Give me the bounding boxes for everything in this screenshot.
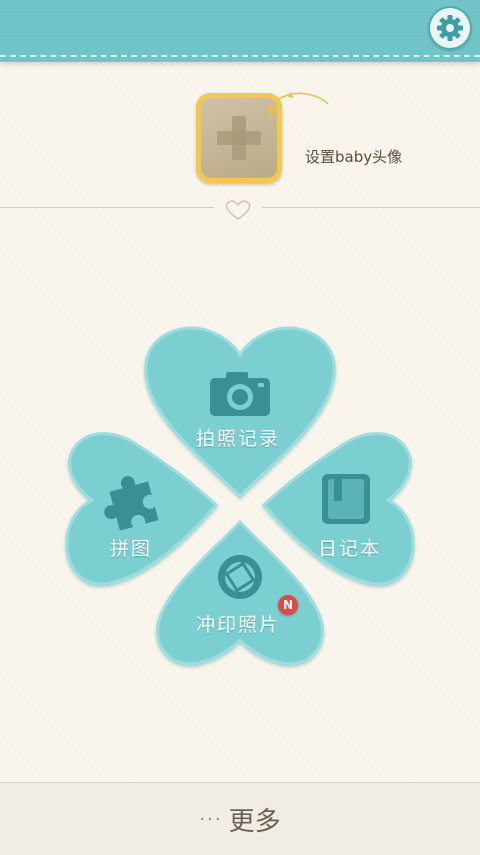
diary-label[interactable]: 日记本 (318, 534, 381, 561)
print-photos-label[interactable]: 冲印照片 (196, 610, 280, 637)
more-dots-icon: ··· (199, 808, 223, 830)
more-button[interactable]: ··· 更多 (0, 782, 480, 855)
puzzle-label[interactable]: 拼图 (110, 534, 152, 561)
aperture-icon (218, 555, 262, 599)
new-badge: N (278, 595, 298, 615)
photo-record-label[interactable]: 拍照记录 (196, 424, 280, 451)
camera-icon (210, 372, 270, 416)
more-label: 更多 (228, 806, 281, 837)
book-icon (322, 474, 370, 524)
